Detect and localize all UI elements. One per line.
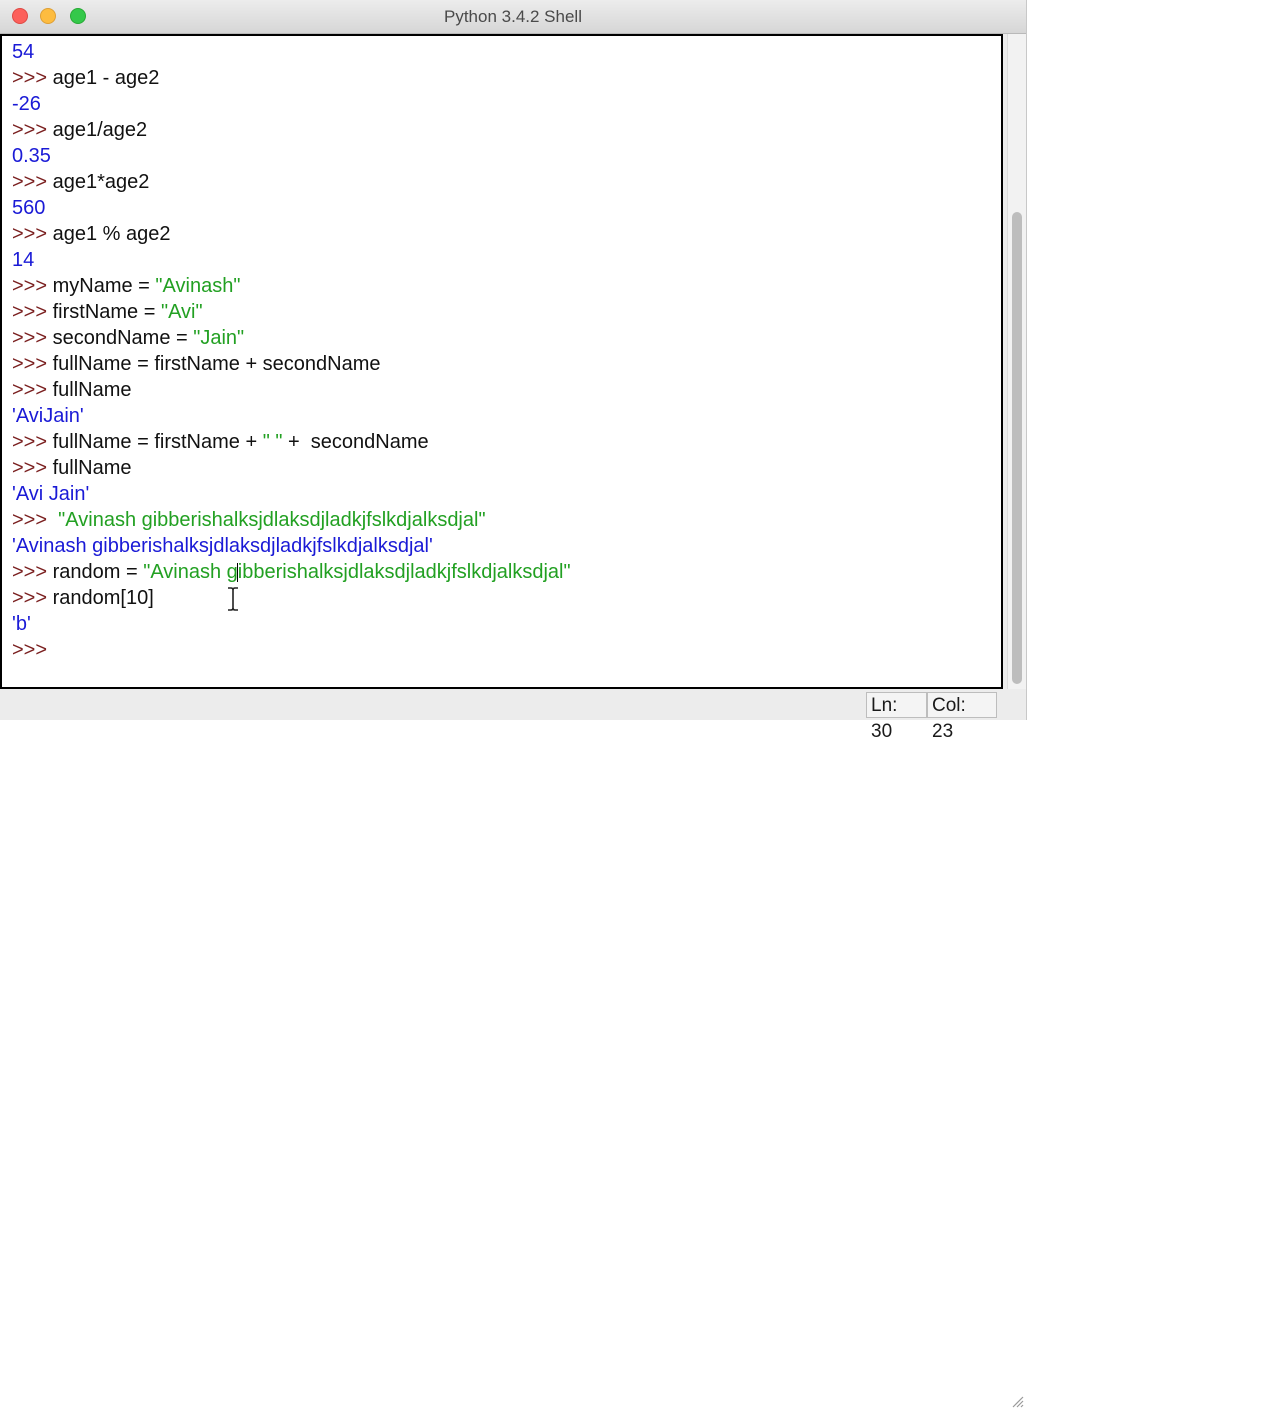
shell-line: >>> age1 - age2: [12, 65, 159, 91]
scrollbar-thumb[interactable]: [1012, 212, 1022, 684]
input-code: + secondName: [282, 431, 429, 453]
prompt-marker: >>>: [12, 353, 48, 375]
shell-line: >>> random[10]: [12, 585, 154, 611]
prompt-marker: >>>: [12, 587, 48, 609]
prompt-marker: >>>: [12, 119, 48, 141]
shell-line: >>> fullName = firstName + secondName: [12, 351, 381, 377]
prompt-marker: >>>: [12, 457, 48, 479]
input-code: age1*age2: [52, 171, 150, 193]
shell-line: 'Avi Jain': [12, 481, 89, 507]
string-literal: "Avinash": [155, 275, 241, 297]
shell-line: >>> age1*age2: [12, 169, 149, 195]
idle-shell-window: Python 3.4.2 Shell 54 >>> age1 - age2 -2…: [0, 0, 1027, 1408]
prompt-marker: >>>: [12, 301, 48, 323]
input-code: fullName: [52, 457, 132, 479]
column-number-indicator: Col: 23: [927, 692, 997, 742]
input-code: age1 % age2: [52, 223, 171, 245]
status-bar: Ln: 30 Col: 23: [0, 690, 1026, 1408]
input-code: fullName = firstName +: [52, 431, 263, 453]
resize-grip-icon[interactable]: [1008, 1392, 1024, 1408]
vertical-scrollbar[interactable]: [1007, 34, 1026, 689]
output-text: 560: [12, 197, 46, 219]
prompt-marker: >>>: [12, 223, 48, 245]
input-code: random =: [52, 561, 144, 583]
string-literal: "Avi": [160, 301, 203, 323]
input-code: secondName =: [52, 327, 194, 349]
output-text: 'Avinash gibberishalksjdlaksdjladkjfslkd…: [12, 535, 433, 557]
window-title: Python 3.4.2 Shell: [444, 7, 582, 26]
shell-line: >>> myName = "Avinash": [12, 273, 240, 299]
string-literal: " ": [262, 431, 283, 453]
prompt-marker: >>>: [12, 431, 48, 453]
prompt-marker: >>>: [12, 327, 48, 349]
output-text: 0.35: [12, 145, 51, 167]
shell-line: >>> "Avinash gibberishalksjdlaksdjladkjf…: [12, 507, 486, 533]
prompt-marker: >>>: [12, 67, 48, 89]
shell-line: >>> secondName = "Jain": [12, 325, 244, 351]
shell-line: 'b': [12, 611, 31, 637]
string-literal: "Avinash gibberishalksjdlaksdjladkjfslkd…: [58, 509, 486, 531]
title-bar[interactable]: Python 3.4.2 Shell: [0, 0, 1026, 34]
ibeam-cursor-icon: [228, 587, 238, 611]
string-literal: "Jain": [193, 327, 245, 349]
prompt-marker: >>>: [12, 275, 48, 297]
shell-line: >>> firstName = "Avi": [12, 299, 203, 325]
shell-line: >>> fullName = firstName + " " + secondN…: [12, 429, 429, 455]
shell-line: 560: [12, 195, 45, 221]
output-text: 'AviJain': [12, 405, 84, 427]
shell-line: >>> age1/age2: [12, 117, 147, 143]
shell-text-area[interactable]: 54 >>> age1 - age2 -26 >>> age1/age2 0.3…: [0, 34, 1003, 689]
string-literal: ibberishalksjdlaksdjladkjfslkdjalksdjal": [237, 561, 571, 583]
output-text: -26: [12, 93, 41, 115]
prompt-marker: >>>: [12, 561, 48, 583]
shell-line: >>> fullName: [12, 455, 132, 481]
shell-line: >>> random = "Avinash gibberishalksjdlak…: [12, 559, 571, 585]
shell-line-current[interactable]: >>>: [12, 637, 47, 663]
shell-line: 'AviJain': [12, 403, 84, 429]
output-text: 'Avi Jain': [12, 483, 90, 505]
shell-line: -26: [12, 91, 41, 117]
string-literal: "Avinash g: [143, 561, 238, 583]
input-code: myName =: [52, 275, 156, 297]
shell-line: 0.35: [12, 143, 51, 169]
prompt-marker: >>>: [12, 379, 48, 401]
input-code: age1/age2: [52, 119, 148, 141]
input-code: firstName =: [52, 301, 161, 323]
output-text: 54: [12, 41, 35, 63]
prompt-marker: >>>: [12, 171, 48, 193]
input-code: random[10]: [52, 587, 154, 609]
output-text: 'b': [12, 613, 31, 635]
input-code: fullName = firstName + secondName: [52, 353, 381, 375]
shell-line: 14: [12, 247, 34, 273]
shell-line: >>> fullName: [12, 377, 132, 403]
shell-line: 54: [12, 39, 34, 65]
output-text: 14: [12, 249, 35, 271]
shell-line: >>> age1 % age2: [12, 221, 171, 247]
line-number-indicator: Ln: 30: [866, 692, 927, 742]
input-code: fullName: [52, 379, 132, 401]
prompt-marker: >>>: [12, 509, 48, 531]
input-code: age1 - age2: [52, 67, 160, 89]
prompt-marker: >>>: [12, 639, 48, 661]
shell-line: 'Avinash gibberishalksjdlaksdjladkjfslkd…: [12, 533, 433, 559]
